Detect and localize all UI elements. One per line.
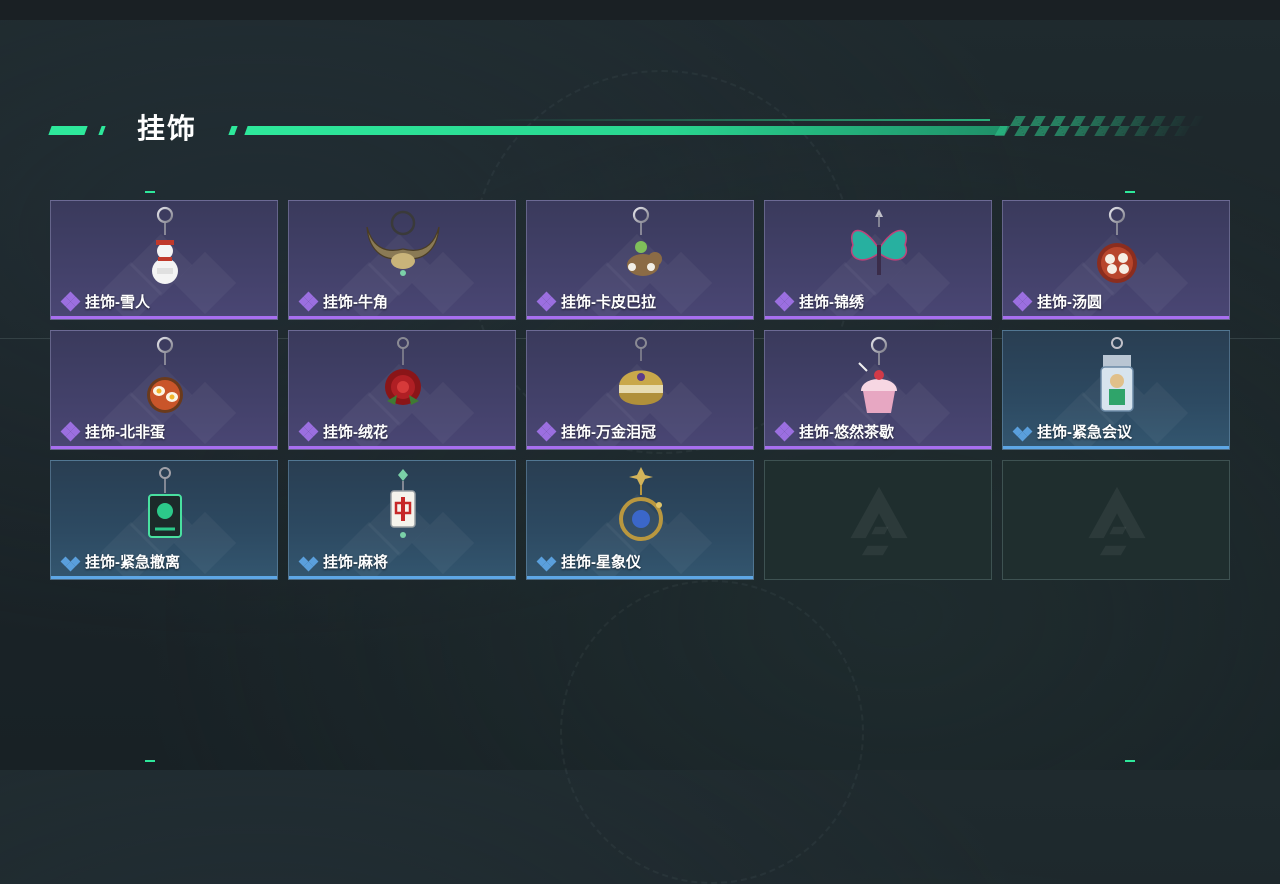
charm-name: 挂饰-麻将: [323, 554, 388, 571]
charm-card[interactable]: 挂饰-绒花: [288, 330, 516, 450]
charm-label: 挂饰-麻将: [298, 551, 388, 572]
tangyuan-charm-icon: [1097, 206, 1137, 283]
rarity-diamond-icon: [774, 421, 795, 442]
game-logo-icon: [1088, 486, 1146, 556]
corner-marker: [145, 191, 155, 193]
rarity-diamond-icon: [298, 552, 319, 572]
astrolabe-charm-icon: [619, 467, 663, 541]
rarity-underline: [765, 316, 991, 319]
charm-label: 挂饰-锦绣: [774, 291, 864, 312]
rarity-diamond-icon: [536, 552, 557, 572]
charm-label: 挂饰-雪人: [60, 291, 150, 312]
rarity-diamond-icon: [1012, 422, 1033, 442]
charm-name: 挂饰-紧急撤离: [85, 554, 180, 571]
charm-name: 挂饰-卡皮巴拉: [561, 294, 656, 311]
header-checker-pattern: [994, 116, 1206, 136]
rarity-underline: [527, 316, 753, 319]
charm-card[interactable]: 挂饰-雪人: [50, 200, 278, 320]
header-main-bar: [244, 126, 1008, 135]
snowman-charm-icon: [152, 206, 178, 284]
shakshuka-charm-icon: [147, 336, 183, 413]
rarity-underline: [289, 446, 515, 449]
rarity-diamond-icon: [298, 291, 319, 312]
charm-grid: 挂饰-雪人 挂饰-牛角 挂饰-卡皮巴拉 挂饰-锦绣 挂饰-汤圆 挂饰-北非蛋 挂饰-绒花 挂饰…: [50, 200, 1230, 580]
rarity-underline: [527, 446, 753, 449]
charm-card[interactable]: 挂饰-紧急会议: [1002, 330, 1230, 450]
empty-slot: [764, 460, 992, 580]
charm-card[interactable]: 挂饰-锦绣: [764, 200, 992, 320]
meeting-charm-icon: [1100, 337, 1134, 412]
charm-card[interactable]: 挂饰-星象仪: [526, 460, 754, 580]
header-accent-bar: [98, 126, 106, 135]
rarity-diamond-icon: [60, 291, 81, 312]
mahjong-charm-icon: [390, 469, 416, 538]
corner-marker: [1125, 760, 1135, 762]
rarity-underline: [289, 576, 515, 579]
rarity-underline: [51, 446, 277, 449]
charm-label: 挂饰-牛角: [298, 291, 388, 312]
charm-card[interactable]: 挂饰-万金泪冠: [526, 330, 754, 450]
charm-label: 挂饰-绒花: [298, 421, 388, 442]
header-accent-bar: [228, 126, 238, 135]
background-ring-decoration: [560, 580, 864, 884]
charm-name: 挂饰-北非蛋: [85, 424, 165, 441]
charm-card[interactable]: 挂饰-牛角: [288, 200, 516, 320]
charm-label: 挂饰-万金泪冠: [536, 421, 656, 442]
rarity-diamond-icon: [536, 421, 557, 442]
charm-label: 挂饰-悠然茶歇: [774, 421, 894, 442]
rarity-underline: [289, 316, 515, 319]
charm-name: 挂饰-汤圆: [1037, 294, 1102, 311]
header-thin-line: [490, 119, 990, 121]
charm-label: 挂饰-紧急会议: [1012, 421, 1132, 442]
empty-slot: [1002, 460, 1230, 580]
page-title: 挂饰: [137, 113, 198, 144]
cupcake-charm-icon: [858, 336, 897, 413]
charm-label: 挂饰-紧急撤离: [60, 551, 180, 572]
charm-name: 挂饰-雪人: [85, 294, 150, 311]
charm-card[interactable]: 挂饰-紧急撤离: [50, 460, 278, 580]
rarity-underline: [1003, 316, 1229, 319]
corner-marker: [145, 760, 155, 762]
rarity-diamond-icon: [774, 291, 795, 312]
header-accent-bar: [48, 126, 88, 135]
charm-card[interactable]: 挂饰-悠然茶歇: [764, 330, 992, 450]
charm-card[interactable]: 挂饰-北非蛋: [50, 330, 278, 450]
page-header: 挂饰: [48, 112, 1210, 148]
charm-card[interactable]: 挂饰-卡皮巴拉: [526, 200, 754, 320]
charm-card[interactable]: 挂饰-汤圆: [1002, 200, 1230, 320]
top-strip: [0, 0, 1280, 20]
horn-charm-icon: [366, 210, 440, 276]
rarity-diamond-icon: [536, 291, 557, 312]
charm-name: 挂饰-星象仪: [561, 554, 641, 571]
charm-name: 挂饰-紧急会议: [1037, 424, 1132, 441]
rarity-underline: [527, 576, 753, 579]
rarity-underline: [51, 316, 277, 319]
rose-charm-icon: [385, 337, 421, 405]
charm-name: 挂饰-悠然茶歇: [799, 424, 894, 441]
charm-name: 挂饰-锦绣: [799, 294, 864, 311]
evacuation-charm-icon: [148, 467, 182, 538]
charm-label: 挂饰-卡皮巴拉: [536, 291, 656, 312]
charm-name: 挂饰-牛角: [323, 294, 388, 311]
charm-name: 挂饰-万金泪冠: [561, 424, 656, 441]
game-logo-icon: [850, 486, 908, 556]
capybara-charm-icon: [627, 206, 662, 276]
rarity-diamond-icon: [1012, 291, 1033, 312]
butterfly-charm-icon: [850, 209, 908, 275]
rarity-underline: [51, 576, 277, 579]
charm-label: 挂饰-北非蛋: [60, 421, 165, 442]
charm-card[interactable]: 挂饰-麻将: [288, 460, 516, 580]
rarity-underline: [765, 446, 991, 449]
charm-name: 挂饰-绒花: [323, 424, 388, 441]
rarity-diamond-icon: [60, 552, 81, 572]
rarity-diamond-icon: [60, 421, 81, 442]
charm-label: 挂饰-汤圆: [1012, 291, 1102, 312]
crown-charm-icon: [619, 337, 663, 405]
rarity-underline: [1003, 446, 1229, 449]
corner-marker: [1125, 191, 1135, 193]
rarity-diamond-icon: [298, 421, 319, 442]
charm-label: 挂饰-星象仪: [536, 551, 641, 572]
